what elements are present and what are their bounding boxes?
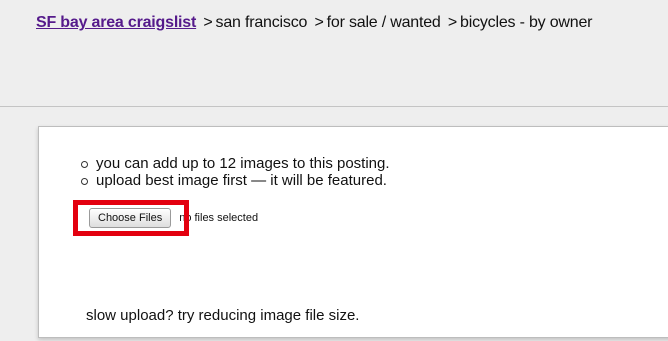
file-input[interactable]: Choose Files no files selected	[89, 207, 258, 229]
breadcrumb-separator: >	[203, 14, 213, 31]
slow-upload-hint: slow upload? try reducing image file siz…	[86, 307, 360, 324]
breadcrumb-separator: >	[447, 14, 458, 31]
file-status-text: no files selected	[179, 212, 259, 224]
breadcrumb-category: bicycles - by owner	[460, 14, 593, 31]
upload-instructions: you can add up to 12 images to this post…	[81, 155, 390, 189]
breadcrumb-area: san francisco	[215, 14, 308, 31]
breadcrumb-separator: >	[314, 14, 324, 31]
choose-files-button[interactable]: Choose Files	[89, 208, 172, 228]
instruction-item: you can add up to 12 images to this post…	[81, 155, 390, 172]
image-upload-panel: you can add up to 12 images to this post…	[38, 126, 668, 338]
instruction-item: upload best image first — it will be fea…	[81, 172, 390, 189]
breadcrumb-section: for sale / wanted	[326, 14, 441, 31]
site-home-link[interactable]: SF bay area craigslist	[36, 14, 196, 31]
page-header: SF bay area craigslist > san francisco > f…	[0, 0, 668, 107]
breadcrumb: SF bay area craigslist > san francisco > f…	[36, 14, 592, 32]
